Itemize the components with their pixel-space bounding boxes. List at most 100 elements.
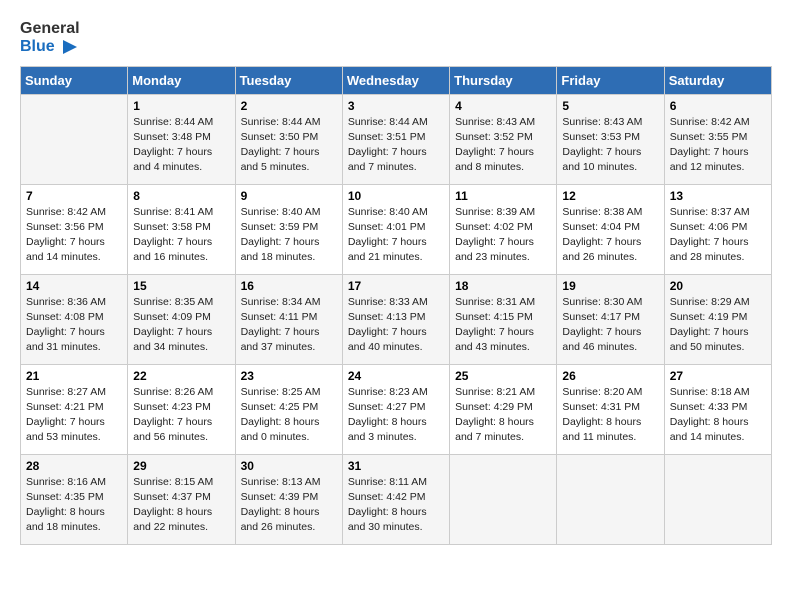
day-info: Sunrise: 8:27 AMSunset: 4:21 PMDaylight:… (26, 385, 122, 446)
calendar: SundayMondayTuesdayWednesdayThursdayFrid… (20, 66, 772, 545)
calendar-body: 1 Sunrise: 8:44 AMSunset: 3:48 PMDaylight… (21, 94, 772, 544)
day-info: Sunrise: 8:30 AMSunset: 4:17 PMDaylight:… (562, 295, 658, 356)
day-number: 24 (348, 369, 444, 383)
calendar-cell: 29Sunrise: 8:15 AMSunset: 4:37 PMDayligh… (128, 454, 235, 544)
day-info: Sunrise: 8:42 AMSunset: 3:56 PMDaylight:… (26, 205, 122, 266)
day-info: Sunrise: 8:18 AMSunset: 4:33 PMDaylight:… (670, 385, 766, 446)
calendar-cell: 7 Sunrise: 8:42 AMSunset: 3:56 PMDaylight… (21, 184, 128, 274)
day-info: Sunrise: 8:23 AMSunset: 4:27 PMDaylight:… (348, 385, 444, 446)
day-info: Sunrise: 8:36 AMSunset: 4:08 PMDaylight:… (26, 295, 122, 356)
day-header-sunday: Sunday (21, 66, 128, 94)
day-number: 21 (26, 369, 122, 383)
day-info: Sunrise: 8:37 AMSunset: 4:06 PMDaylight:… (670, 205, 766, 266)
day-number: 29 (133, 459, 229, 473)
day-header-tuesday: Tuesday (235, 66, 342, 94)
day-number: 5 (562, 99, 658, 113)
day-header-wednesday: Wednesday (342, 66, 449, 94)
calendar-cell: 11Sunrise: 8:39 AMSunset: 4:02 PMDayligh… (450, 184, 557, 274)
day-number: 25 (455, 369, 551, 383)
day-number: 12 (562, 189, 658, 203)
calendar-cell: 14 Sunrise: 8:36 AMSunset: 4:08 PMDayligh… (21, 274, 128, 364)
calendar-cell: 26 Sunrise: 8:20 AMSunset: 4:31 PMDayligh… (557, 364, 664, 454)
day-number: 3 (348, 99, 444, 113)
day-number: 18 (455, 279, 551, 293)
day-info: Sunrise: 8:38 AMSunset: 4:04 PMDaylight:… (562, 205, 658, 266)
day-info: Sunrise: 8:43 AMSunset: 3:52 PMDaylight:… (455, 115, 551, 176)
day-info: Sunrise: 8:40 AMSunset: 4:01 PMDaylight:… (348, 205, 444, 266)
week-row-5: 28Sunrise: 8:16 AMSunset: 4:35 PMDayligh… (21, 454, 772, 544)
day-number: 26 (562, 369, 658, 383)
day-number: 13 (670, 189, 766, 203)
day-header-thursday: Thursday (450, 66, 557, 94)
calendar-cell: 19 Sunrise: 8:30 AMSunset: 4:17 PMDayligh… (557, 274, 664, 364)
logo: General Blue (20, 20, 80, 56)
day-number: 17 (348, 279, 444, 293)
calendar-cell: 15Sunrise: 8:35 AMSunset: 4:09 PMDayligh… (128, 274, 235, 364)
calendar-cell: 18 Sunrise: 8:31 AMSunset: 4:15 PMDayligh… (450, 274, 557, 364)
day-number: 6 (670, 99, 766, 113)
day-number: 19 (562, 279, 658, 293)
week-row-2: 7 Sunrise: 8:42 AMSunset: 3:56 PMDaylight… (21, 184, 772, 274)
day-number: 7 (26, 189, 122, 203)
day-number: 1 (133, 99, 229, 113)
day-info: Sunrise: 8:43 AMSunset: 3:53 PMDaylight:… (562, 115, 658, 176)
calendar-cell: 8Sunrise: 8:41 AMSunset: 3:58 PMDaylight… (128, 184, 235, 274)
calendar-cell (21, 94, 128, 184)
day-info: Sunrise: 8:20 AMSunset: 4:31 PMDaylight:… (562, 385, 658, 446)
day-info: Sunrise: 8:44 AMSunset: 3:48 PMDaylight:… (133, 115, 229, 176)
day-info: Sunrise: 8:26 AMSunset: 4:23 PMDaylight:… (133, 385, 229, 446)
calendar-cell: 25Sunrise: 8:21 AMSunset: 4:29 PMDayligh… (450, 364, 557, 454)
day-info: Sunrise: 8:44 AMSunset: 3:50 PMDaylight:… (241, 115, 337, 176)
day-number: 16 (241, 279, 337, 293)
day-info: Sunrise: 8:31 AMSunset: 4:15 PMDaylight:… (455, 295, 551, 356)
day-info: Sunrise: 8:34 AMSunset: 4:11 PMDaylight:… (241, 295, 337, 356)
calendar-cell (450, 454, 557, 544)
calendar-cell: 10 Sunrise: 8:40 AMSunset: 4:01 PMDayligh… (342, 184, 449, 274)
calendar-header-row: SundayMondayTuesdayWednesdayThursdayFrid… (21, 66, 772, 94)
day-info: Sunrise: 8:25 AMSunset: 4:25 PMDaylight:… (241, 385, 337, 446)
calendar-cell: 1 Sunrise: 8:44 AMSunset: 3:48 PMDaylight… (128, 94, 235, 184)
day-number: 14 (26, 279, 122, 293)
calendar-cell (664, 454, 771, 544)
day-info: Sunrise: 8:33 AMSunset: 4:13 PMDaylight:… (348, 295, 444, 356)
calendar-cell: 17 Sunrise: 8:33 AMSunset: 4:13 PMDayligh… (342, 274, 449, 364)
week-row-1: 1 Sunrise: 8:44 AMSunset: 3:48 PMDaylight… (21, 94, 772, 184)
calendar-cell: 21 Sunrise: 8:27 AMSunset: 4:21 PMDayligh… (21, 364, 128, 454)
calendar-cell: 23 Sunrise: 8:25 AMSunset: 4:25 PMDayligh… (235, 364, 342, 454)
calendar-cell: 30 Sunrise: 8:13 AMSunset: 4:39 PMDayligh… (235, 454, 342, 544)
calendar-cell: 12 Sunrise: 8:38 AMSunset: 4:04 PMDayligh… (557, 184, 664, 274)
day-info: Sunrise: 8:29 AMSunset: 4:19 PMDaylight:… (670, 295, 766, 356)
calendar-cell: 6 Sunrise: 8:42 AMSunset: 3:55 PMDaylight… (664, 94, 771, 184)
day-info: Sunrise: 8:41 AMSunset: 3:58 PMDaylight:… (133, 205, 229, 266)
day-number: 4 (455, 99, 551, 113)
calendar-cell: 16 Sunrise: 8:34 AMSunset: 4:11 PMDayligh… (235, 274, 342, 364)
day-number: 28 (26, 459, 122, 473)
day-number: 30 (241, 459, 337, 473)
calendar-cell: 4 Sunrise: 8:43 AMSunset: 3:52 PMDaylight… (450, 94, 557, 184)
calendar-cell: 31Sunrise: 8:11 AMSunset: 4:42 PMDayligh… (342, 454, 449, 544)
day-info: Sunrise: 8:42 AMSunset: 3:55 PMDaylight:… (670, 115, 766, 176)
day-header-friday: Friday (557, 66, 664, 94)
day-number: 31 (348, 459, 444, 473)
day-info: Sunrise: 8:40 AMSunset: 3:59 PMDaylight:… (241, 205, 337, 266)
logo-text-block: General Blue (20, 20, 80, 56)
day-number: 22 (133, 369, 229, 383)
day-number: 27 (670, 369, 766, 383)
day-info: Sunrise: 8:44 AMSunset: 3:51 PMDaylight:… (348, 115, 444, 176)
day-info: Sunrise: 8:13 AMSunset: 4:39 PMDaylight:… (241, 475, 337, 536)
day-number: 20 (670, 279, 766, 293)
day-header-monday: Monday (128, 66, 235, 94)
day-number: 11 (455, 189, 551, 203)
day-number: 10 (348, 189, 444, 203)
calendar-cell: 13 Sunrise: 8:37 AMSunset: 4:06 PMDayligh… (664, 184, 771, 274)
week-row-4: 21 Sunrise: 8:27 AMSunset: 4:21 PMDayligh… (21, 364, 772, 454)
logo-arrow-icon (61, 38, 79, 56)
calendar-cell: 24 Sunrise: 8:23 AMSunset: 4:27 PMDayligh… (342, 364, 449, 454)
day-number: 23 (241, 369, 337, 383)
logo-blue: Blue (20, 38, 80, 56)
calendar-cell: 22 Sunrise: 8:26 AMSunset: 4:23 PMDayligh… (128, 364, 235, 454)
day-number: 9 (241, 189, 337, 203)
logo-general: General (20, 20, 80, 38)
day-info: Sunrise: 8:35 AMSunset: 4:09 PMDaylight:… (133, 295, 229, 356)
calendar-cell (557, 454, 664, 544)
